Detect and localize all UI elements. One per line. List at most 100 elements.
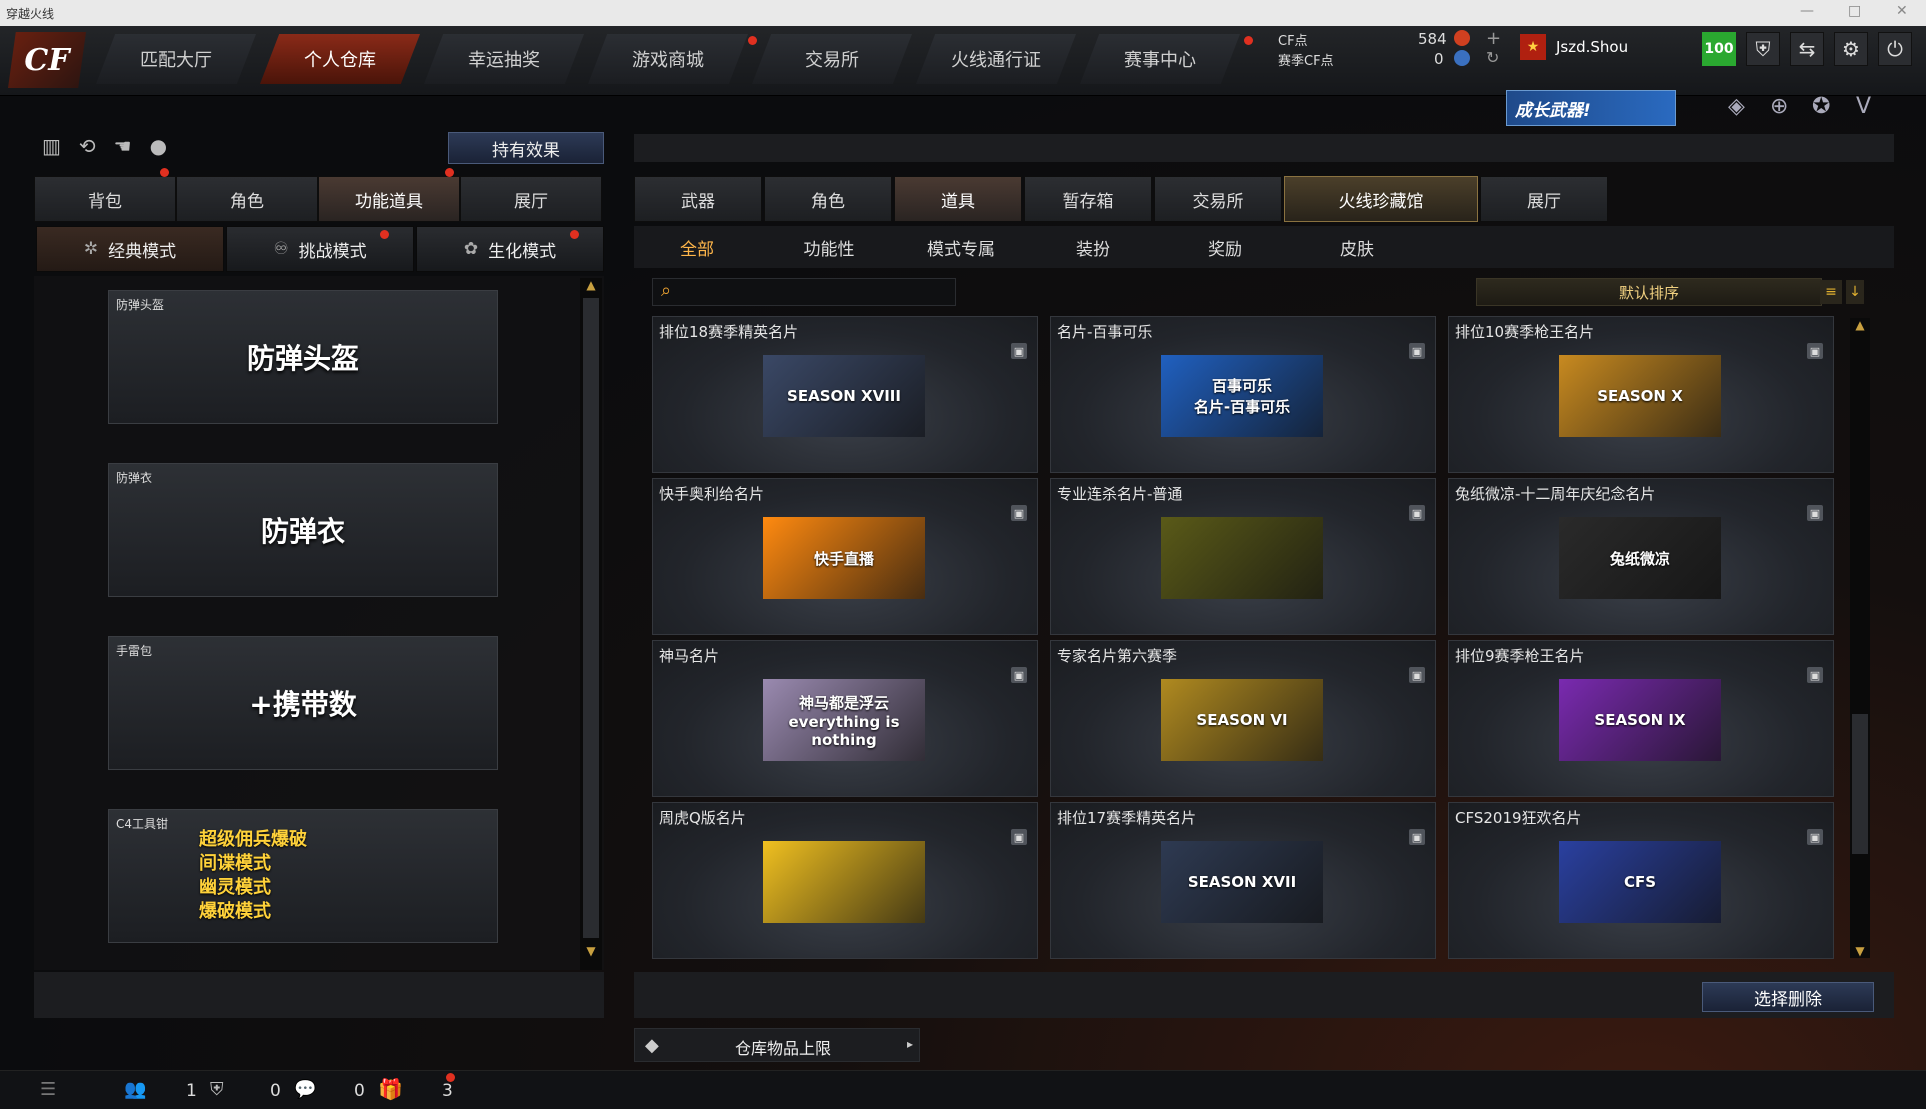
close-icon[interactable]: ✕ [1896,3,1908,19]
trash-icon[interactable]: ▣ [1011,667,1027,683]
scroll-thumb[interactable] [1852,714,1868,854]
clan-shield-icon[interactable]: ⛨ [210,1079,224,1100]
left-tab[interactable]: 角色 [176,176,318,222]
mode-icon: ♾ [273,239,289,259]
card-name: 神马名片 [659,647,720,665]
card-name: 专家名片第六赛季 [1057,647,1178,665]
switch-icon[interactable]: ⇆ [1790,32,1824,66]
subtab[interactable]: 功能性 [764,232,894,262]
stats-icon[interactable]: ▥ [42,134,61,158]
window-title: 穿越火线 [6,6,55,21]
add-cf-icon[interactable]: + [1486,28,1501,49]
game-window: 穿越火线 — □ ✕ CF 匹配大厅 个人仓库 幸运抽奖 游戏商城 交易所 火线通行证 赛事… [0,0,1926,1109]
username[interactable]: Jszd.Shou [1556,38,1628,56]
mode-line: 幽灵模式 [199,877,271,898]
gift-icon[interactable]: 🎁 [378,1077,403,1101]
left-item-card[interactable]: 防弹衣 防弹衣 [108,463,498,597]
right-tab[interactable]: 交易所 [1154,176,1282,222]
subtab[interactable]: 装扮 [1028,232,1158,262]
shield-icon[interactable]: ⛨ [1746,32,1780,66]
season-coin-icon [1454,50,1470,66]
collection-card[interactable]: 排位17赛季精英名片 ▣ SEASON XVII [1050,802,1436,959]
subtab[interactable]: 奖励 [1160,232,1290,262]
trash-icon[interactable]: ▣ [1011,505,1027,521]
trash-icon[interactable]: ▣ [1011,829,1027,845]
left-item-card[interactable]: 防弹头盔 防弹头盔 [108,290,498,424]
left-tab[interactable]: 展厅 [460,176,602,222]
collection-card[interactable]: 排位18赛季精英名片 ▣ SEASON XVIII [652,316,1038,473]
trash-icon[interactable]: ▣ [1011,343,1027,359]
hand-icon[interactable]: ☚ [114,134,132,158]
right-scrollbar[interactable]: ▲ ▼ [1850,318,1870,958]
nav-tab[interactable]: 交易所 [752,34,912,84]
growth-weapon-banner[interactable]: 成长武器! [1506,90,1676,126]
maximize-icon[interactable]: □ [1848,3,1861,19]
subtab[interactable]: 皮肤 [1292,232,1422,262]
nav-tab[interactable]: 个人仓库 [260,34,420,84]
right-tab[interactable]: 火线珍藏馆 [1284,176,1478,222]
trash-icon[interactable]: ▣ [1807,505,1823,521]
trash-icon[interactable]: ▣ [1409,829,1425,845]
subtab[interactable]: 全部 [632,232,762,262]
collection-card[interactable]: 专业连杀名片-普通 ▣ [1050,478,1436,635]
refresh-icon[interactable]: ↻ [1486,48,1499,67]
collection-card[interactable]: 兔纸微凉-十二周年庆纪念名片 ▣ 兔纸微凉 [1448,478,1834,635]
minimize-icon[interactable]: — [1800,3,1814,19]
collection-card[interactable]: 神马名片 ▣ 神马都是浮云 everything is nothing [652,640,1038,797]
trash-icon[interactable]: ▣ [1409,343,1425,359]
nav-tab[interactable]: 游戏商城 [588,34,748,84]
trash-icon[interactable]: ▣ [1409,667,1425,683]
sort-desc-icon[interactable]: ↓ [1846,280,1864,304]
level-badge[interactable]: 100 [1702,32,1736,66]
menu-icon[interactable]: ☰ [40,1079,56,1100]
search-box[interactable]: ⌕ [652,278,956,306]
batch-delete-button[interactable]: 选择删除 [1702,982,1874,1012]
right-tab[interactable]: 展厅 [1480,176,1608,222]
nav-tab[interactable]: 赛事中心 [1080,34,1240,84]
card-name: 快手奥利给名片 [659,485,765,503]
nav-tab[interactable]: 匹配大厅 [96,34,256,84]
chat-count: 0 [354,1081,365,1101]
target-icon[interactable]: ⊕ [1770,94,1788,119]
right-tab[interactable]: 暂存箱 [1024,176,1152,222]
effect-button[interactable]: 持有效果 [448,132,604,164]
right-tab[interactable]: 道具 [894,176,1022,222]
collection-card[interactable]: 排位10赛季枪王名片 ▣ SEASON X [1448,316,1834,473]
nav-tab[interactable]: 幸运抽奖 [424,34,584,84]
trash-icon[interactable]: ▣ [1409,505,1425,521]
power-icon[interactable]: ⏻ [1878,32,1912,66]
badge-icon[interactable]: ◈ [1728,94,1745,119]
collection-card[interactable]: 名片-百事可乐 ▣ 百事可乐 名片-百事可乐 [1050,316,1436,473]
list-view-icon[interactable]: ≡ [1820,280,1842,304]
left-tab[interactable]: 背包 [34,176,176,222]
friends-icon[interactable]: 👥 [124,1079,146,1100]
trash-icon[interactable]: ▣ [1807,343,1823,359]
trash-icon[interactable]: ▣ [1807,829,1823,845]
collection-card[interactable]: 快手奥利给名片 ▣ 快手直播 [652,478,1038,635]
subtab[interactable]: 模式专属 [896,232,1026,262]
emblem-icon[interactable]: ✪ [1812,94,1830,119]
mode-tab-label: 经典模式 [108,241,177,262]
collection-card[interactable]: 专家名片第六赛季 ▣ SEASON VI [1050,640,1436,797]
nav-tab[interactable]: 火线通行证 [916,34,1076,84]
grenade-icon[interactable]: ● [150,134,167,158]
mode-tab[interactable]: ✲ 经典模式 [36,226,224,272]
left-item-card[interactable]: C4工具钳 超级佣兵爆破 间谍模式 幽灵模式 爆破模式 [108,809,498,943]
bottom-status-bar: ☰ 👥 1 ⛨ 0 💬 0 🎁 3 [0,1070,1926,1109]
right-tab[interactable]: 武器 [634,176,762,222]
sort-dropdown[interactable]: 默认排序 [1476,278,1822,306]
collection-card[interactable]: CFS2019狂欢名片 ▣ CFS [1448,802,1834,959]
collection-card[interactable]: 排位9赛季枪王名片 ▣ SEASON IX [1448,640,1834,797]
collection-card[interactable]: 周虎Q版名片 ▣ [652,802,1038,959]
trash-icon[interactable]: ▣ [1807,667,1823,683]
gear-icon[interactable]: ⚙ [1834,32,1868,66]
right-tab[interactable]: 角色 [764,176,892,222]
left-item-card[interactable]: 手雷包 +携带数 [108,636,498,770]
left-scrollbar[interactable]: ▲ ▼ [580,278,602,970]
left-tab[interactable]: 功能道具 [318,176,460,222]
search-input[interactable] [687,281,947,303]
v-icon[interactable]: V [1856,94,1871,119]
chat-icon[interactable]: 💬 [294,1079,316,1100]
storage-limit-bar[interactable]: ◆ 仓库物品上限 ▸ [634,1028,920,1062]
history-icon[interactable]: ⟲ [79,134,96,158]
